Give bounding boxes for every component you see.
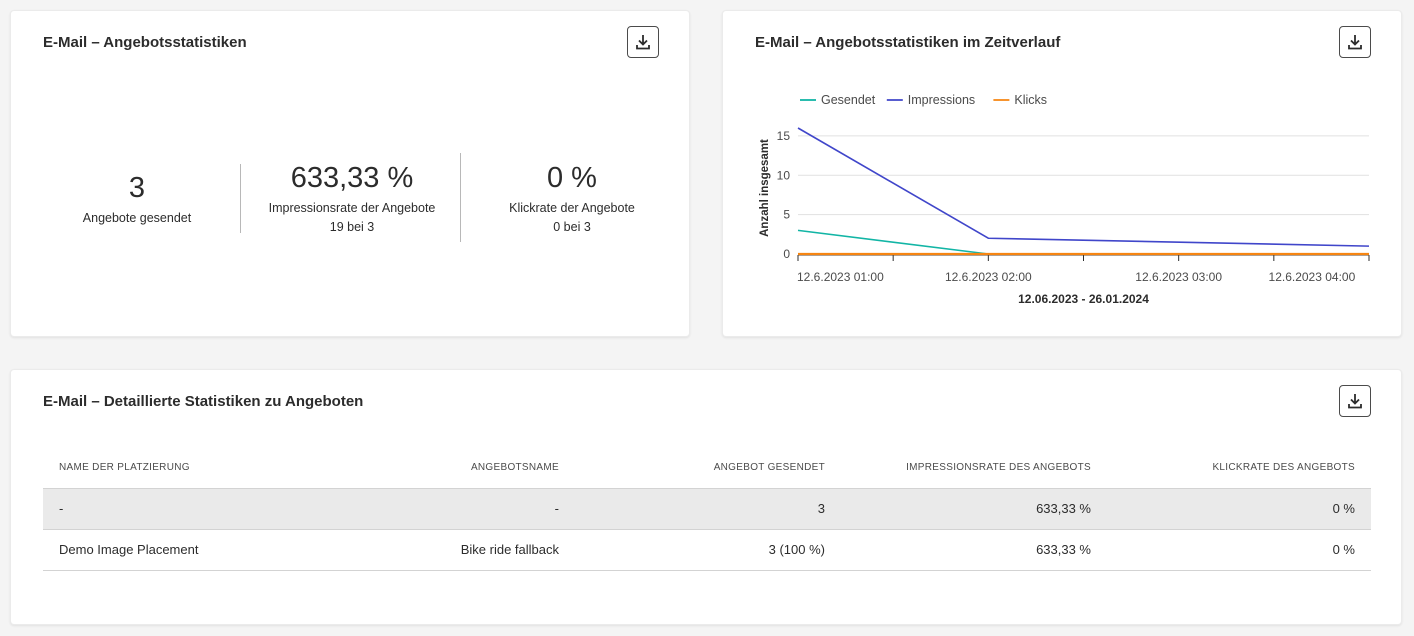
y-tick-label: 5 <box>783 208 790 222</box>
x-tick-label: 12.6.2023 03:00 <box>1135 270 1222 284</box>
download-icon <box>1348 394 1362 409</box>
offer-trend-card: E-Mail – Angebotsstatistiken im Zeitverl… <box>722 10 1402 337</box>
column-header[interactable]: KLICKRATE DES ANGEBOTS <box>1107 447 1371 488</box>
download-icon <box>636 35 650 50</box>
table-header-row: NAME DER PLATZIERUNG ANGEBOTSNAME ANGEBO… <box>43 447 1371 488</box>
table-cell: Bike ride fallback <box>333 528 575 571</box>
table-cell: - <box>43 487 333 529</box>
table-cell: 633,33 % <box>841 487 1107 529</box>
y-tick-label: 15 <box>777 129 791 143</box>
legend-label: Gesendet <box>821 93 876 107</box>
table-row[interactable]: - - 3 633,33 % 0 % <box>43 487 1371 529</box>
trend-line-chart: 0 5 10 15 12.6.2023 01:00 12.6.2023 02:00 12.6… <box>759 93 1370 306</box>
metric-offers-sent: 3 Angebote gesendet <box>57 171 217 225</box>
table-row[interactable]: Demo Image Placement Bike ride fallback … <box>43 528 1371 571</box>
table-cell: 0 % <box>1107 487 1371 529</box>
offer-detail-card: E-Mail – Detaillierte Statistiken zu Ang… <box>10 369 1402 625</box>
offer-detail-title: E-Mail – Detaillierte Statistiken zu Ang… <box>43 393 364 410</box>
series-line-impressions <box>797 127 1370 247</box>
table-cell: 633,33 % <box>841 528 1107 571</box>
legend-label: Impressions <box>908 93 975 107</box>
metric-label: Angebote gesendet <box>82 211 192 225</box>
table-cell: - <box>333 487 575 529</box>
column-header[interactable]: NAME DER PLATZIERUNG <box>43 447 333 488</box>
metric-sub: 19 bei 3 <box>329 220 375 234</box>
metric-label: Klickrate der Angebote <box>509 201 635 215</box>
metric-impression-rate: 633,33 % Impressionsrate der Angebote 19… <box>257 161 447 234</box>
y-tick-label: 10 <box>777 168 791 182</box>
y-tick-label: 0 <box>783 247 790 261</box>
column-header[interactable]: ANGEBOTSNAME <box>333 447 575 488</box>
divider <box>240 164 241 233</box>
column-header[interactable]: ANGEBOT GESENDET <box>575 447 841 488</box>
x-axis-title: 12.06.2023 - 26.01.2024 <box>1018 292 1149 306</box>
table-cell: 0 % <box>1107 528 1371 571</box>
metric-value: 3 <box>128 172 146 204</box>
metric-sub: 0 bei 3 <box>553 220 591 234</box>
x-tick-label: 12.6.2023 04:00 <box>1269 270 1356 284</box>
metric-value: 0 % <box>547 162 597 194</box>
download-button[interactable] <box>627 26 659 58</box>
y-axis-title: Anzahl insgesamt <box>759 139 771 237</box>
column-header[interactable]: IMPRESSIONSRATE DES ANGEBOTS <box>841 447 1107 488</box>
x-tick-label: 12.6.2023 02:00 <box>945 270 1032 284</box>
x-tick-label: 12.6.2023 01:00 <box>797 270 884 284</box>
table-cell: Demo Image Placement <box>43 528 333 571</box>
offer-stats-title: E-Mail – Angebotsstatistiken <box>43 34 247 51</box>
offer-stats-card: E-Mail – Angebotsstatistiken 3 Angebote … <box>10 10 690 337</box>
divider <box>460 153 461 242</box>
table-cell: 3 <box>575 487 841 529</box>
metric-value: 633,33 % <box>290 162 414 194</box>
metric-click-rate: 0 % Klickrate der Angebote 0 bei 3 <box>487 161 657 234</box>
table-cell: 3 (100 %) <box>575 528 841 571</box>
download-button[interactable] <box>1339 385 1371 417</box>
metric-label: Impressionsrate der Angebote <box>268 201 436 215</box>
series-line-gesendet <box>797 229 1369 255</box>
offer-detail-table: NAME DER PLATZIERUNG ANGEBOTSNAME ANGEBO… <box>43 447 1371 571</box>
legend-label: Klicks <box>1014 93 1047 107</box>
